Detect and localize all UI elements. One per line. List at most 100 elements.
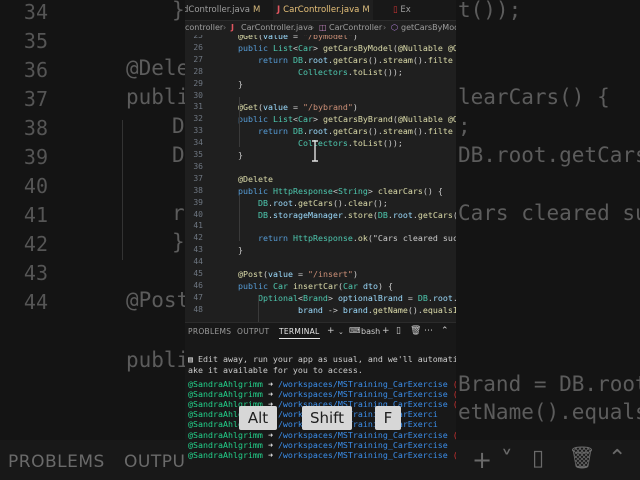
prompt-arrow-icon: ➜ <box>267 429 273 440</box>
code-line: brand -> brand.getName().equalsIg <box>297 304 456 315</box>
chevron-right-icon: › <box>383 23 387 32</box>
background-code-fragment: @Dele <box>126 56 190 80</box>
prompt-user: @SandraAhlgrimm <box>188 389 263 400</box>
code-line: public List<Car> getCarsByModel(@Nullabl… <box>238 42 456 53</box>
tab-label: dController.java <box>185 5 250 15</box>
terminal-prompt-line: @SandraAhlgrimm ➜ /workspaces/MSTraining… <box>188 379 456 389</box>
line-number: 35 <box>193 150 203 159</box>
breadcrumb: controller › J CarController.java › ◫ Ca… <box>185 21 456 35</box>
java-file-icon: J <box>277 5 281 15</box>
modified-indicator: M <box>362 5 370 15</box>
background-code-fragment: publi <box>126 348 190 372</box>
plus-icon[interactable]: + <box>327 326 335 336</box>
line-number: 40 <box>193 209 203 219</box>
prompt-path: /workspaces/MSTraining_CarExercise <box>277 379 448 389</box>
key-alt: Alt <box>239 406 277 430</box>
background-code-fragment: } <box>172 230 185 254</box>
indent-guide <box>258 295 259 322</box>
tab-label: Ex <box>400 5 411 15</box>
ellipsis-icon[interactable]: ⋯ <box>424 326 433 336</box>
background-more-icon: ⌃ <box>608 446 627 471</box>
code-line: DB.storageManager.store(DB.root.getCars( <box>257 209 456 220</box>
code-line: } <box>238 78 243 89</box>
text-cursor-icon <box>312 140 318 162</box>
background-line-number: 39 <box>23 145 48 169</box>
prompt-path: /workspaces/MSTraining_CarExercise <box>277 389 448 400</box>
code-line: DB.root.getCars().clear(); <box>257 197 388 208</box>
background-line-number: 38 <box>23 116 48 140</box>
method-icon: ⬡ <box>391 23 398 32</box>
tab-dcontroller[interactable]: dController.java M <box>185 0 260 20</box>
line-number: 31 <box>193 102 203 112</box>
tab-output[interactable]: OUTPUT <box>237 327 269 336</box>
breadcrumb-item[interactable]: getCarsByMod <box>401 21 456 35</box>
background-code-fragment: r <box>172 201 185 225</box>
prompt-arrow-icon: ➜ <box>267 439 273 450</box>
code-line: Optional<Brand> optionalBrand = DB.root. <box>257 292 456 303</box>
code-line: @Post(value = "/insert") <box>238 269 358 279</box>
code-line: } <box>238 150 243 160</box>
terminal-prompt-line: @SandraAhlgrimm ➜ /workspaces/MSTraining… <box>188 450 456 460</box>
editor-tab-bar: dController.java M J CarController.java M ▯… <box>185 0 456 21</box>
breadcrumb-item[interactable]: CarController.java <box>241 21 313 35</box>
breadcrumb-item[interactable]: CarController <box>329 21 382 35</box>
java-file-icon: J <box>231 23 234 32</box>
line-number: 25 <box>193 35 203 40</box>
background-code-fragment: DB.root.getCars( <box>458 143 640 167</box>
code-editor[interactable]: 25 @Get(value = "/bymodel") 26 public List<… <box>185 35 456 322</box>
chevron-down-icon[interactable]: ⌄ <box>338 328 344 336</box>
background-line-number: 36 <box>23 58 48 82</box>
background-line-number: 44 <box>23 290 48 314</box>
code-line: return DB.root.getCars().stream().filte <box>257 54 453 65</box>
background-code-fragment: t()); <box>458 0 522 22</box>
prompt-branch: (mas <box>453 450 456 460</box>
background-problems-tab: PROBLEMS <box>8 452 105 472</box>
terminal-prompt-line: @SandraAhlgrimm ➜ /workspaces/MSTraining… <box>188 389 456 399</box>
notice-text: ake it available for you to access. <box>188 365 363 375</box>
line-number: 33 <box>193 126 203 136</box>
prompt-user: @SandraAhlgrimm <box>188 449 263 460</box>
background-code-fragment: @Post <box>126 288 190 312</box>
chevron-up-icon[interactable]: ⌃ <box>441 326 449 336</box>
line-number: 38 <box>193 185 203 195</box>
background-split-icon: ▯ <box>532 446 545 471</box>
background-line-number: 37 <box>23 87 48 111</box>
trash-icon[interactable]: 🗑 <box>410 326 421 336</box>
prompt-branch: (mas <box>453 430 456 440</box>
background-code-fragment: publi <box>126 85 190 109</box>
code-line: public Car insertCar(Car dto) { <box>238 280 393 291</box>
terminal-plus-icon[interactable]: + <box>382 326 390 336</box>
split-terminal-icon[interactable]: ▯ <box>396 326 401 336</box>
code-line: public HttpResponse<String> clearCars() … <box>238 185 443 196</box>
tab-problems[interactable]: PROBLEMS <box>188 327 231 336</box>
tab-terminal[interactable]: TERMINAL <box>279 327 320 339</box>
background-line-number: 35 <box>23 29 48 53</box>
tab-carcontroller[interactable]: J CarController.java M <box>273 0 373 20</box>
code-line: return HttpResponse.ok("Cars cleared suc… <box>257 233 456 244</box>
line-number: 29 <box>193 78 203 88</box>
background-trash-icon: 🗑 <box>568 446 597 471</box>
line-number: 28 <box>193 66 203 76</box>
prompt-path: /workspaces/MSTraining_CarExercise <box>277 429 448 440</box>
split-icon: ▯ <box>393 5 398 15</box>
background-plus-icon: + ˅ <box>472 446 514 474</box>
tab-ex[interactable]: ▯ Ex <box>393 0 453 20</box>
terminal-panel: PROBLEMS OUTPUT TERMINAL + ⌄ ⌨ bash + ▯ … <box>185 322 456 480</box>
breadcrumb-item[interactable]: controller <box>185 21 223 35</box>
code-line: } <box>238 245 243 256</box>
terminal-notice: ake it available for you to access. <box>188 365 363 375</box>
line-number: 45 <box>193 269 203 278</box>
line-number: 39 <box>193 197 203 207</box>
code-line: public List<Car> getCarsByBrand(@Nullabl… <box>238 114 456 125</box>
chevron-right-icon: › <box>223 23 227 32</box>
prompt-user: @SandraAhlgrimm <box>188 379 263 389</box>
background-code-fragment: etName().equalsI <box>458 400 640 424</box>
background-code-fragment: Cars cleared suc <box>458 201 640 225</box>
class-icon: ◫ <box>319 23 327 32</box>
line-number: 27 <box>193 54 203 64</box>
code-line: Collectors.toList()); <box>297 66 403 77</box>
indent-guide <box>239 196 240 241</box>
prompt-path: /workspaces/MSTraining_CarExercise <box>277 439 448 450</box>
shell-label[interactable]: bash <box>361 327 380 336</box>
background-line-number: 40 <box>23 174 48 198</box>
